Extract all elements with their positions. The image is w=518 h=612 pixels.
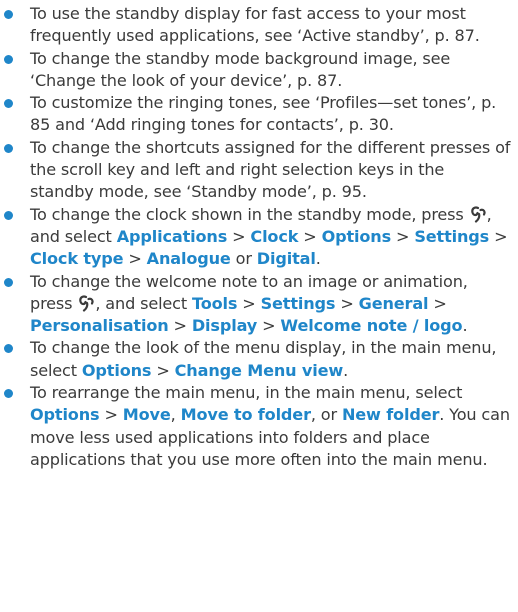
path-separator: > xyxy=(128,249,142,269)
path-separator: > xyxy=(433,293,447,313)
list-item: To change the shortcuts assigned for the… xyxy=(0,137,512,204)
bullet-icon xyxy=(4,277,13,287)
list-item: To change the look of the menu display, … xyxy=(0,337,512,382)
path-separator: > xyxy=(262,316,276,336)
list-item: To change the clock shown in the standby… xyxy=(0,204,512,271)
menu-path-clock: Clock xyxy=(250,226,299,246)
bullet-icon xyxy=(4,143,13,153)
item-text: To customize the ringing tones, see ‘Pro… xyxy=(30,93,497,135)
item-end: . xyxy=(343,360,349,380)
menu-path-move: Move xyxy=(122,405,171,425)
path-separator: > xyxy=(340,293,354,313)
menu-path-personalisation: Personalisation xyxy=(30,316,169,336)
list-item: To change the standby mode background im… xyxy=(0,48,512,93)
path-separator: > xyxy=(232,226,246,246)
menu-path-options: Options xyxy=(81,360,152,380)
conjunction-or: or xyxy=(235,249,252,269)
item-text: To change the clock shown in the standby… xyxy=(30,204,464,224)
item-text: , and select xyxy=(95,293,188,313)
bullet-icon xyxy=(4,99,13,109)
menu-path-options: Options xyxy=(30,405,100,425)
list-item: To rearrange the main menu, in the main … xyxy=(0,382,512,471)
path-separator: > xyxy=(242,293,256,313)
path-separator: > xyxy=(396,226,410,246)
menu-path-welcome-note: Welcome note / logo xyxy=(280,316,463,336)
menu-path-options: Options xyxy=(321,226,392,246)
item-text: To use the standby display for fast acce… xyxy=(30,4,480,46)
path-separator: > xyxy=(156,360,170,380)
bullet-icon xyxy=(4,344,13,354)
menu-path-settings: Settings xyxy=(414,226,490,246)
menu-path-change-menu-view: Change Menu view xyxy=(174,360,344,380)
item-text: To change the standby mode background im… xyxy=(30,48,451,90)
bullet-icon xyxy=(4,389,13,399)
menu-path-analogue: Analogue xyxy=(146,249,231,269)
menu-path-clock-type: Clock type xyxy=(30,249,124,269)
bullet-icon xyxy=(4,210,13,220)
menu-path-general: General xyxy=(358,293,429,313)
bullet-icon xyxy=(4,54,13,64)
menu-path-applications: Applications xyxy=(116,226,228,246)
tips-list: To use the standby display for fast acce… xyxy=(0,3,512,471)
menu-key-icon xyxy=(470,206,486,223)
path-separator: > xyxy=(494,226,508,246)
bullet-icon xyxy=(4,10,13,19)
manual-page: To use the standby display for fast acce… xyxy=(0,0,518,612)
item-end: . xyxy=(315,249,321,269)
path-separator: > xyxy=(303,226,317,246)
item-text: To rearrange the main menu, in the main … xyxy=(30,383,463,403)
item-end: . xyxy=(462,316,468,336)
menu-path-tools: Tools xyxy=(192,293,238,313)
menu-path-digital: Digital xyxy=(256,249,316,269)
list-item: To use the standby display for fast acce… xyxy=(0,3,512,48)
path-separator: > xyxy=(104,405,118,425)
conjunction-or: or xyxy=(320,405,337,425)
menu-path-display: Display xyxy=(191,316,258,336)
list-item: To change the welcome note to an image o… xyxy=(0,271,512,338)
path-separator: > xyxy=(173,316,187,336)
menu-path-settings: Settings xyxy=(260,293,336,313)
menu-key-icon xyxy=(79,295,94,312)
item-text: To change the shortcuts assigned for the… xyxy=(30,137,511,202)
menu-path-new-folder: New folder xyxy=(341,405,440,425)
menu-path-move-to-folder: Move to folder xyxy=(180,405,311,425)
list-item: To customize the ringing tones, see ‘Pro… xyxy=(0,92,512,137)
